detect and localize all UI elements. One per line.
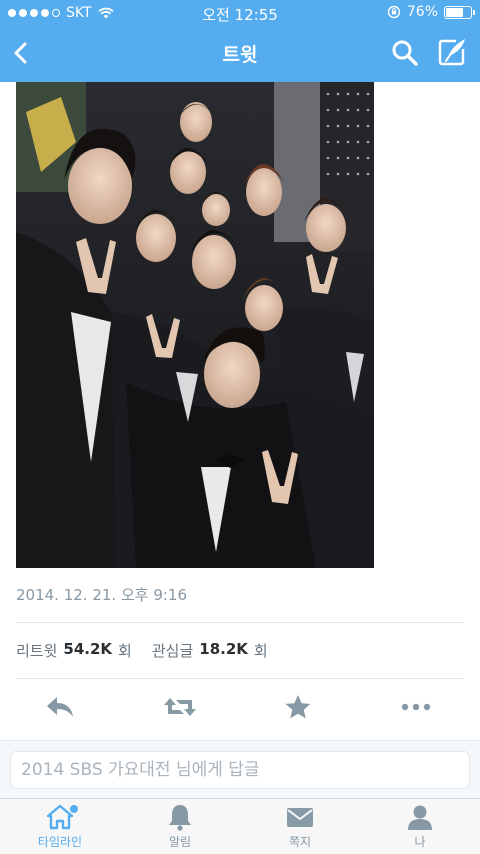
retweets-count[interactable]: 54.2K bbox=[63, 640, 112, 661]
tab-label: 나 bbox=[414, 835, 426, 849]
compose-icon[interactable] bbox=[436, 36, 468, 68]
tweet-timestamp: 2014. 12. 21. 오후 9:16 bbox=[16, 586, 188, 604]
person-icon bbox=[408, 805, 432, 830]
rotation-lock-icon bbox=[387, 5, 401, 19]
reply-input[interactable] bbox=[10, 751, 470, 789]
envelope-icon bbox=[287, 808, 313, 827]
reply-bar bbox=[0, 740, 480, 798]
tab-messages[interactable]: 쪽지 bbox=[252, 803, 348, 853]
group-photo-image bbox=[16, 82, 374, 568]
reply-icon[interactable] bbox=[44, 694, 76, 720]
tab-me[interactable]: 나 bbox=[372, 803, 468, 853]
tab-label: 타임라인 bbox=[37, 835, 83, 849]
search-icon[interactable] bbox=[390, 38, 420, 68]
tweet-photo[interactable] bbox=[16, 82, 374, 568]
favorites-count[interactable]: 18.2K bbox=[199, 640, 248, 661]
top-bar: SKT 오전 12:55 76% 트윗 bbox=[0, 0, 480, 82]
tab-timeline[interactable]: 타임라인 bbox=[12, 803, 108, 853]
more-icon[interactable] bbox=[400, 694, 432, 720]
status-right: 76% bbox=[387, 4, 475, 20]
favorites-unit: 회 bbox=[253, 642, 268, 660]
battery-percent: 76% bbox=[406, 4, 438, 20]
tweet-stats: 리트윗 54.2K 회 관심글 18.2K 회 bbox=[16, 640, 268, 661]
retweets-unit: 회 bbox=[118, 642, 132, 660]
nav-bar: 트윗 bbox=[0, 26, 480, 82]
tab-notifications[interactable]: 알림 bbox=[132, 803, 228, 853]
divider bbox=[16, 678, 464, 679]
tab-bar: 타임라인 알림 쪽지 나 bbox=[0, 798, 480, 854]
favorites-label: 관심글 bbox=[151, 642, 194, 660]
retweet-icon[interactable] bbox=[162, 694, 198, 720]
tweet-actions bbox=[0, 680, 480, 734]
battery-icon bbox=[444, 5, 475, 19]
retweets-label: 리트윗 bbox=[16, 642, 58, 660]
divider bbox=[16, 622, 464, 623]
star-icon[interactable] bbox=[284, 694, 316, 720]
bell-icon bbox=[169, 805, 191, 831]
tab-label: 쪽지 bbox=[288, 835, 312, 849]
status-bar: SKT 오전 12:55 76% bbox=[0, 0, 480, 26]
tab-label: 알림 bbox=[168, 835, 192, 849]
notification-dot bbox=[70, 805, 78, 813]
